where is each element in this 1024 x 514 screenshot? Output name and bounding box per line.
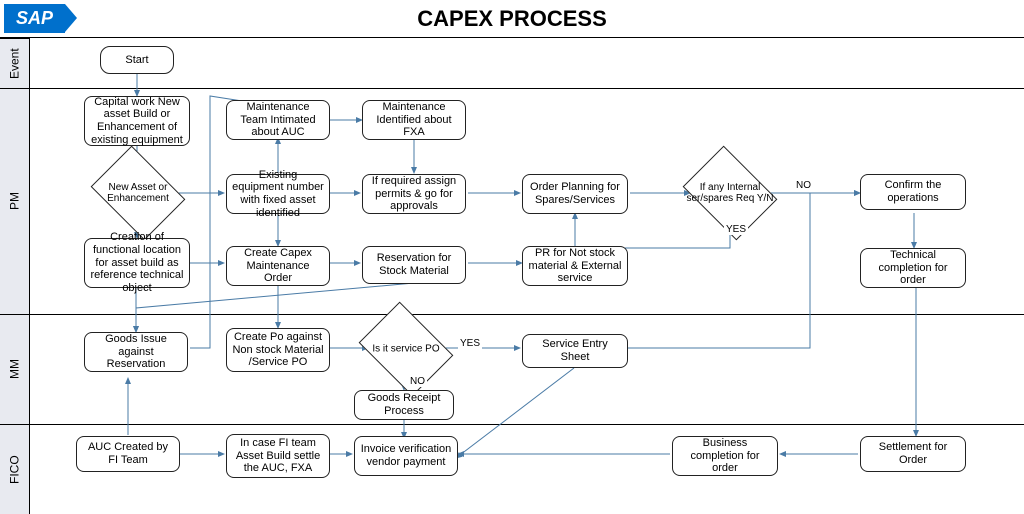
divider — [30, 314, 1024, 315]
node-maint-fxa: Maintenance Identified about FXA — [362, 100, 466, 140]
node-goods-issue: Goods Issue against Reservation — [84, 332, 188, 372]
node-settle-auc: In case FI team Asset Build settle the A… — [226, 434, 330, 478]
lane-mm: MM — [0, 314, 29, 424]
edge-yes: YES — [724, 224, 748, 235]
node-settlement: Settlement for Order — [860, 436, 966, 472]
lane-event: Event — [0, 38, 29, 88]
edge-no: NO — [794, 180, 813, 191]
lane-labels: Event PM MM FICO — [0, 38, 30, 514]
node-capital-work: Capital work New asset Build or Enhancem… — [84, 96, 190, 146]
edge-no-2: NO — [408, 376, 427, 387]
node-invoice: Invoice verification vendor payment — [354, 436, 458, 476]
lane-pm: PM — [0, 88, 29, 314]
node-confirm-ops: Confirm the operations — [860, 174, 966, 210]
node-auc-created: AUC Created by FI Team — [76, 436, 180, 472]
page-title: CAPEX PROCESS — [417, 6, 607, 32]
node-assign-permits: If required assign permits & go for appr… — [362, 174, 466, 214]
canvas: Start Capital work New asset Build or En… — [30, 38, 1024, 514]
node-create-capex: Create Capex Maintenance Order — [226, 246, 330, 286]
lane-fico: FICO — [0, 424, 29, 514]
decision-service-po: Is it service PO — [368, 320, 444, 378]
node-biz-complete: Business completion for order — [672, 436, 778, 476]
node-goods-receipt: Goods Receipt Process — [354, 390, 454, 420]
edge-yes-2: YES — [458, 338, 482, 349]
node-reservation: Reservation for Stock Material — [362, 246, 466, 284]
node-service-entry: Service Entry Sheet — [522, 334, 628, 368]
node-tech-complete: Technical completion for order — [860, 248, 966, 288]
swimlane-container: Event PM MM FICO — [0, 38, 1024, 514]
decision-new-asset: New Asset or Enhancement — [100, 164, 176, 222]
sap-logo: SAP — [4, 4, 65, 33]
decision-spares: If any Internal ser/spares Req Y/N — [692, 164, 768, 222]
node-order-plan: Order Planning for Spares/Services — [522, 174, 628, 214]
node-maint-auc: Maintenance Team Intimated about AUC — [226, 100, 330, 140]
node-func-loc: Creation of functional location for asse… — [84, 238, 190, 288]
node-existing-eq: Existing equipment number with fixed ass… — [226, 174, 330, 214]
node-create-po: Create Po against Non stock Material /Se… — [226, 328, 330, 372]
start-node: Start — [100, 46, 174, 74]
header: SAP CAPEX PROCESS — [0, 0, 1024, 38]
divider — [30, 88, 1024, 89]
node-pr-nonstock: PR for Not stock material & External ser… — [522, 246, 628, 286]
divider — [30, 424, 1024, 425]
